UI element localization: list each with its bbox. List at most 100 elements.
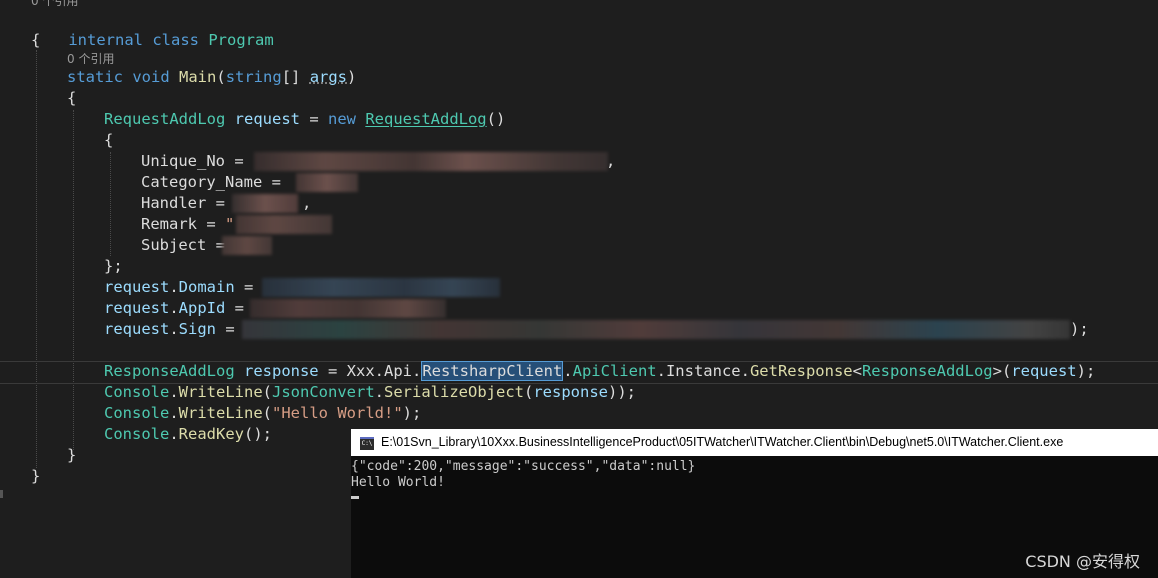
punct: (); [244,425,272,443]
type-name: RequestAddLog [104,110,226,128]
punct: )); [608,383,636,401]
keyword: new [328,110,366,128]
operator: = [197,215,225,233]
property: Subject [141,236,207,254]
punct: ( [216,68,226,86]
property: Handler [141,194,207,212]
punct: , [302,194,312,212]
method-name: WriteLine [178,383,263,401]
code-line-class[interactable]: internal class Program [31,9,273,49]
punct: . [563,362,573,380]
reference-count-lens[interactable]: 0 个引用 [67,52,114,66]
selected-identifier[interactable]: RestsharpClient [421,361,564,381]
code-line-writeline-hello[interactable]: Console.WriteLine("Hello World!"); [104,403,421,424]
console-line: Hello World! [351,475,445,490]
code-line-request[interactable]: RequestAddLog request = new RequestAddLo… [104,109,505,130]
indent-guide [36,50,37,468]
code-line-handler[interactable]: Handler = [141,193,234,214]
string-literal: " [225,215,235,233]
method-name: SerializeObject [384,383,524,401]
parameter: args [309,68,348,86]
keyword: string [225,68,282,86]
punct: . [169,383,179,401]
punct: ( [262,404,273,422]
method-name: WriteLine [178,404,263,422]
console-title-bar[interactable]: C:\ E:\01Svn_Library\10Xxx.BusinessIntel… [351,429,1158,456]
reference-count-lens[interactable]: 0 个引用 [31,0,78,8]
punct: . [169,425,179,443]
variable: request [104,299,170,317]
punct: ( [524,383,534,401]
class-name: ApiClient [572,362,657,380]
code-line-appid[interactable]: request.AppId = [104,298,253,319]
punct: ( [262,383,273,401]
type-name: ResponseAddLog [861,362,993,380]
code-line-main[interactable]: static void Main(string[] args) [67,67,356,88]
code-line-remark[interactable]: Remark = " [141,214,234,235]
redacted-value [296,173,358,192]
code-line-brace[interactable]: { [104,130,113,151]
class-name: Program [208,31,274,49]
punct: ) [347,68,357,86]
member: .Instance. [656,362,750,380]
code-line-brace[interactable]: }; [104,256,123,277]
code-line-unique-no[interactable]: Unique_No = [141,151,253,172]
punct: . [374,383,385,401]
console-cursor [351,496,359,499]
operator: = [262,173,291,191]
code-line-sign[interactable]: request.Sign = [104,319,244,340]
punct: >( [992,362,1012,380]
console-app-icon: C:\ [360,437,374,450]
property: Domain [178,278,235,296]
variable: request [104,278,170,296]
margin-marker [0,490,3,498]
indent-guide [110,152,111,256]
punct: ); [1070,320,1089,338]
variable: request [225,110,310,128]
variable: request [104,320,170,338]
code-line-brace[interactable]: { [31,30,40,51]
class-name: Console [104,425,170,443]
code-line-response[interactable]: ResponseAddLog response = Xxx.Api.Restsh… [104,361,1095,382]
operator: = [309,110,328,128]
operator: = [327,362,347,380]
operator: = [234,278,263,296]
code-line-brace[interactable]: } [67,445,76,466]
keyword: internal [68,31,143,49]
code-line-readkey[interactable]: Console.ReadKey(); [104,424,272,445]
punct: [] [281,68,310,86]
property: Sign [178,320,216,338]
property: Category_Name [141,173,263,191]
operator: = [216,320,244,338]
redacted-value [232,194,298,213]
method-name: GetResponse [749,362,853,380]
console-output[interactable]: {"code":200,"message":"success","data":n… [351,456,1158,499]
keyword: void [132,68,170,86]
property: Unique_No [141,152,225,170]
operator: = [206,194,235,212]
keyword: static [67,68,123,86]
console-title: E:\01Svn_Library\10Xxx.BusinessIntellige… [381,435,1064,449]
redacted-value [222,236,272,255]
redacted-value [236,215,332,234]
operator: = [225,152,253,170]
property: AppId [178,299,226,317]
namespace: Xxx.Api. [346,362,422,380]
punct: , [606,152,616,170]
code-line-category-name[interactable]: Category_Name = [141,172,290,193]
method-name: Main [179,68,217,86]
class-name: Console [104,404,170,422]
code-line-writeline-json[interactable]: Console.WriteLine(JsonConvert.SerializeO… [104,382,636,403]
variable: response [234,362,328,380]
punct: () [486,110,506,128]
code-line-brace[interactable]: } [31,466,40,487]
indent-guide [73,110,74,450]
method-name: ReadKey [178,425,244,443]
class-name: JsonConvert [272,383,375,401]
code-line-brace[interactable]: { [67,88,76,109]
type-name: RequestAddLog [365,110,487,128]
string-literal: "Hello World!" [272,404,403,422]
code-line-subject[interactable]: Subject = [141,235,234,256]
code-line-domain[interactable]: request.Domain = [104,277,263,298]
punct: ); [1076,362,1096,380]
